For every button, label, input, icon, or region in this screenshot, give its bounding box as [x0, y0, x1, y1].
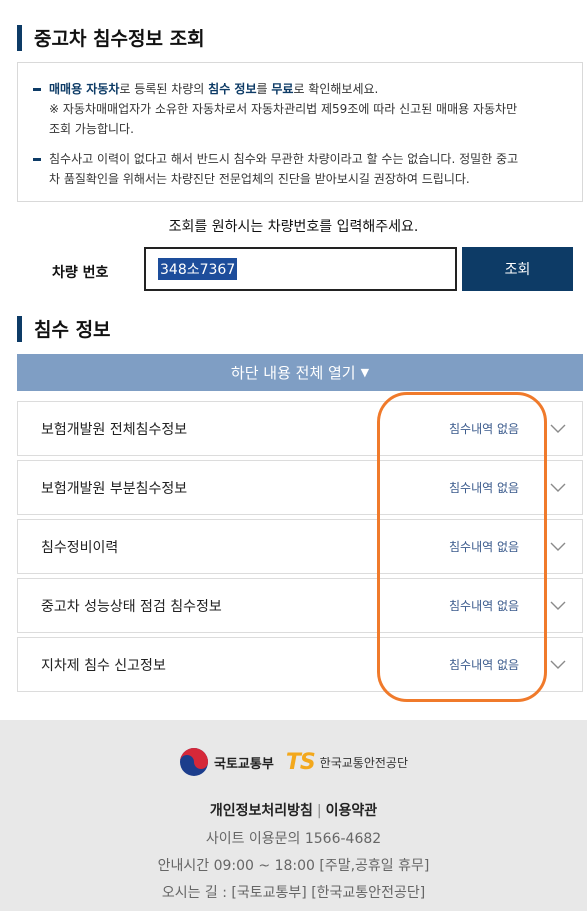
taegeuk-icon [180, 748, 208, 776]
ts-mark-text: TS [285, 749, 316, 775]
directions-kotsa-link[interactable]: [한국교통안전공단] [311, 885, 425, 901]
row-status: 침수내역 없음 [449, 540, 520, 554]
notice-box: 매매용 자동차로 등록된 차량의 침수 정보를 무료로 확인해보세요. ※ 자동… [17, 62, 583, 202]
notice-text-line1: 침수사고 이력이 없다고 해서 반드시 침수와 무관한 차량이라고 할 수는 없… [49, 152, 519, 166]
notice-text: 를 [256, 82, 272, 96]
notice-text-line2: 차 품질확인을 위해서는 차량진단 전문업체의 진단을 받아보시길 권장하여 드… [49, 172, 470, 186]
section-title-flood-info: 침수 정보 [17, 315, 111, 342]
accordion-row[interactable]: 보험개발원 전체침수정보 침수내역 없음 [17, 401, 583, 456]
accordion-row[interactable]: 보험개발원 부분침수정보 침수내역 없음 [17, 460, 583, 515]
row-title: 침수정비이력 [41, 539, 119, 556]
notice-text: 로 등록된 차량의 [119, 82, 209, 96]
chevron-down-icon [550, 483, 566, 492]
row-title: 보험개발원 부분침수정보 [41, 480, 188, 497]
terms-link[interactable]: 이용약관 [326, 803, 378, 819]
ts-mark: TS [285, 749, 316, 775]
kotsa-name: 한국교통안전공단 [319, 755, 408, 770]
footer-logos: 국토교통부 TS 한국교통안전공단 [0, 747, 587, 777]
privacy-policy-link[interactable]: 개인정보처리방침 [210, 803, 313, 819]
notice-bold-text: 무료 [271, 82, 294, 96]
notice-item-1: 매매용 자동차로 등록된 차량의 침수 정보를 무료로 확인해보세요. ※ 자동… [33, 79, 568, 139]
accordion-row[interactable]: 중고차 성능상태 점검 침수정보 침수내역 없음 [17, 578, 583, 633]
bullet-dash [33, 158, 41, 161]
footer-policy-links: 개인정보처리방침 | 이용약관 [0, 800, 587, 820]
row-status: 침수내역 없음 [449, 658, 520, 672]
row-title: 지차제 침수 신고정보 [41, 657, 166, 674]
chevron-down-icon [550, 542, 566, 551]
kotsa-logo: TS 한국교통안전공단 [286, 750, 408, 775]
bullet-dash [33, 88, 41, 91]
footer-phone: 사이트 이용문의 1566-4682 [205, 831, 382, 847]
section-title-lookup: 중고차 침수정보 조회 [17, 24, 205, 51]
plate-number-input[interactable]: 348소7367 [144, 247, 457, 291]
search-button[interactable]: 조회 [462, 247, 573, 291]
molit-name: 국토교통부 [214, 756, 274, 772]
chevron-down-icon [550, 660, 566, 669]
notice-text: 로 확인해보세요. [293, 82, 379, 96]
molit-logo: 국토교통부 [179, 747, 274, 777]
plate-label: 차량 번호 [52, 265, 109, 281]
notice-note-line1: ※ 자동차매매업자가 소유한 자동차로서 자동차관리법 제59조에 따라 신고된… [49, 102, 518, 116]
chevron-down-icon [550, 424, 566, 433]
notice-bold-text: 매매용 자동차 [49, 82, 120, 96]
row-status: 침수내역 없음 [449, 599, 520, 613]
directions-label: 오시는 길 : [161, 885, 227, 901]
footer-hours: 안내시간 09:00 ~ 18:00 [주말,공휴일 휴무] [157, 858, 430, 874]
title-accent-bar [17, 24, 22, 51]
title-accent-bar [17, 315, 22, 342]
notice-bold-text: 침수 정보 [208, 82, 257, 96]
footer-directions: 오시는 길 : [국토교통부] [한국교통안전공단] [0, 882, 587, 902]
chevron-down-icon [550, 601, 566, 610]
footer: 국토교통부 TS 한국교통안전공단 개인정보처리방침 | 이용약관 사이트 이용문의… [0, 720, 587, 911]
plate-number-value: 348소7367 [158, 258, 238, 280]
row-status: 침수내역 없음 [449, 481, 520, 495]
notice-item-2: 침수사고 이력이 없다고 해서 반드시 침수와 무관한 차량이라고 할 수는 없… [33, 149, 568, 189]
accordion-row[interactable]: 지차제 침수 신고정보 침수내역 없음 [17, 637, 583, 692]
open-all-label: 하단 내용 전체 열기 [230, 364, 356, 382]
directions-molit-link[interactable]: [국토교통부] [231, 885, 306, 901]
search-prompt: 조회를 원하시는 차량번호를 입력해주세요. [168, 219, 419, 235]
row-status: 침수내역 없음 [449, 422, 520, 436]
row-title: 중고차 성능상태 점검 침수정보 [41, 598, 222, 615]
section-title: 침수 정보 [34, 319, 111, 341]
row-title: 보험개발원 전체침수정보 [41, 421, 188, 438]
open-all-button[interactable]: 하단 내용 전체 열기 ▼ [17, 354, 583, 391]
page-title: 중고차 침수정보 조회 [34, 28, 205, 50]
notice-note-line2: 조회 가능합니다. [49, 122, 134, 136]
link-separator: | [316, 803, 322, 819]
accordion-row[interactable]: 침수정비이력 침수내역 없음 [17, 519, 583, 574]
caret-down-icon: ▼ [360, 366, 370, 379]
